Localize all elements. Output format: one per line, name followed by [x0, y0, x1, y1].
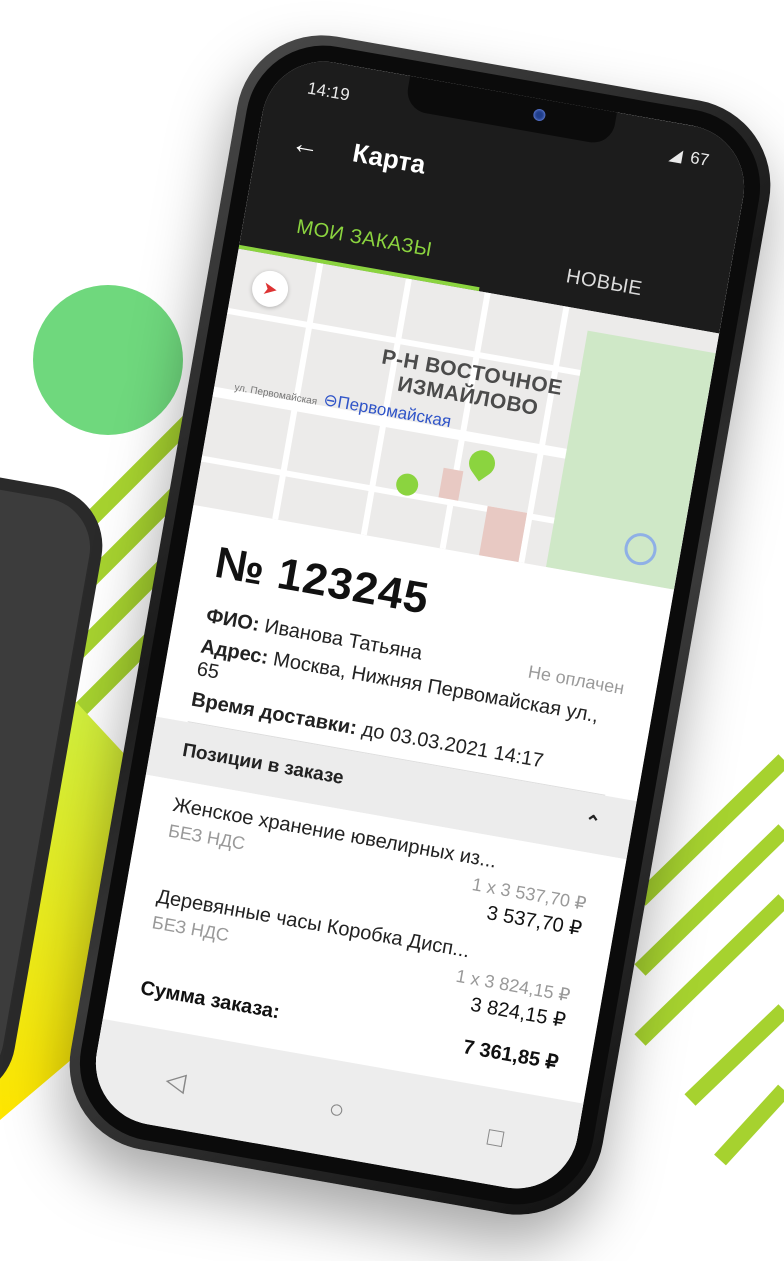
circle-home-icon[interactable]: ○ [326, 1092, 348, 1125]
sum-label: Сумма заказа: [138, 977, 282, 1024]
camera-icon [532, 108, 547, 122]
compass-icon[interactable]: ➤ [249, 268, 291, 310]
signal-icon: ◢ [667, 144, 685, 166]
chevron-up-icon[interactable]: ⌃ [582, 811, 602, 836]
status-time: 14:19 [305, 78, 352, 105]
arrow-left-icon[interactable]: ← [289, 126, 322, 161]
sum-value: 7 361,85 ₽ [461, 1036, 560, 1075]
map-pin-icon[interactable] [463, 445, 501, 482]
square-recents-icon[interactable]: □ [485, 1120, 506, 1153]
positions-title: Позиции в заказе [180, 739, 346, 789]
green-circle [33, 285, 183, 435]
stripes-right [634, 754, 784, 1166]
triangle-back-icon[interactable]: ◁ [163, 1064, 189, 1098]
page-title: Карта [350, 137, 428, 180]
fio-label: ФИО: [204, 604, 262, 636]
battery-level: 67 [688, 147, 711, 170]
